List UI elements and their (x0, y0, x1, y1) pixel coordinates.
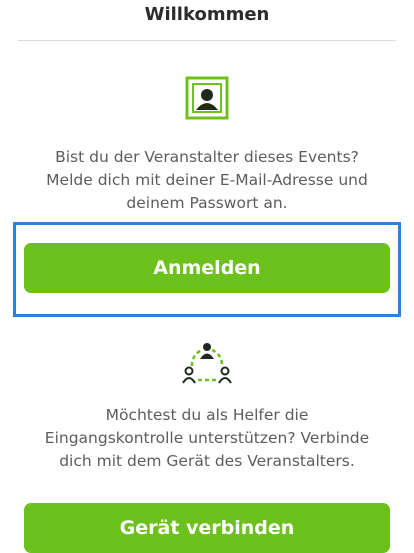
organizer-description: Bist du der Veranstalter dieses Events? … (46, 148, 368, 212)
group-connect-icon (182, 343, 232, 384)
helper-description: Möchtest du als Helfer die Eingangskontr… (44, 406, 370, 470)
helper-icon-wrap (0, 340, 414, 386)
organizer-icon-wrap (0, 76, 414, 120)
header-bar: Willkommen (0, 0, 414, 41)
connect-device-button[interactable]: Gerät verbinden (24, 503, 390, 553)
login-button[interactable]: Anmelden (24, 243, 390, 293)
page-title: Willkommen (144, 4, 270, 25)
portrait-photo-icon (185, 76, 229, 120)
header-divider (18, 40, 396, 41)
